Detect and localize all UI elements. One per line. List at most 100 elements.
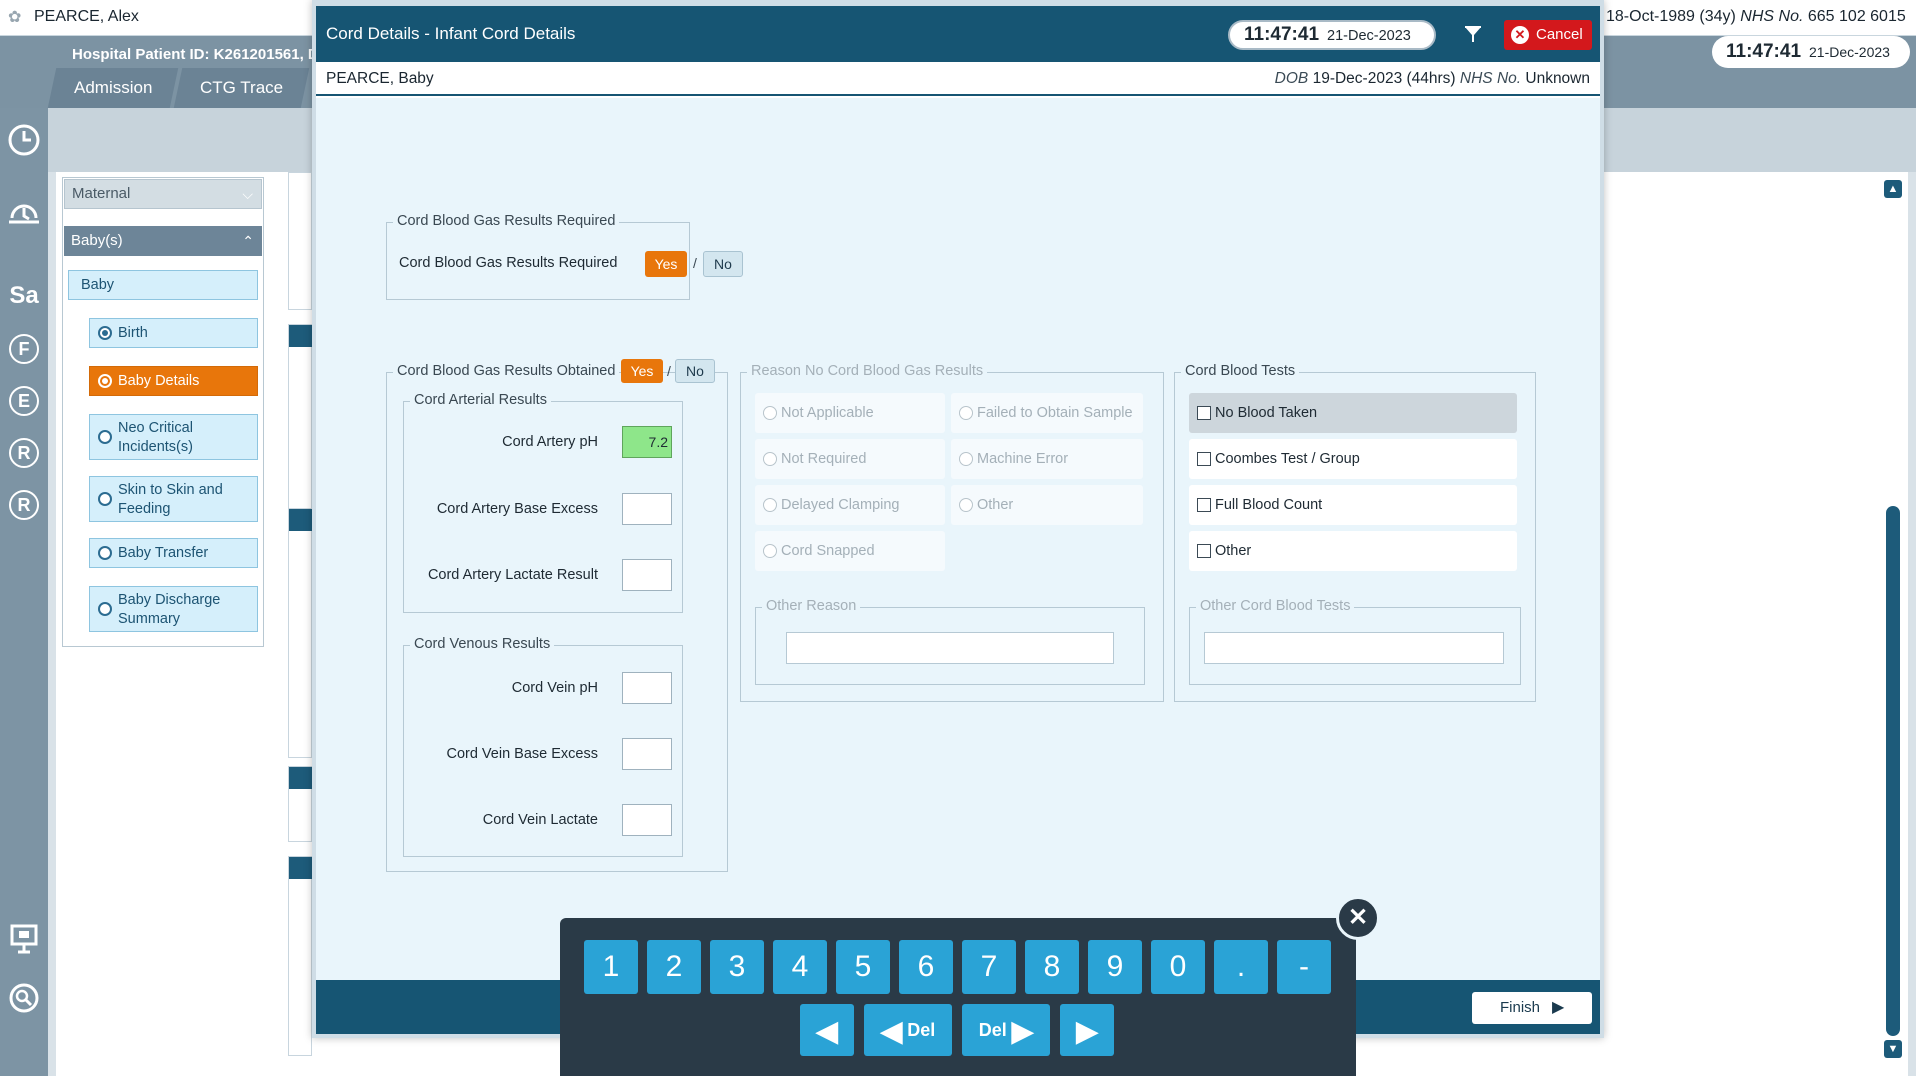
cancel-label: Cancel bbox=[1536, 26, 1583, 43]
nav-maternal[interactable]: Maternal ⌵ bbox=[64, 179, 262, 209]
nav-item-label: Birth bbox=[118, 325, 148, 341]
rail-link-r2[interactable]: R bbox=[9, 490, 39, 520]
key-0[interactable]: 0 bbox=[1151, 940, 1205, 994]
close-icon[interactable]: ✕ bbox=[1336, 896, 1380, 940]
key-5[interactable]: 5 bbox=[836, 940, 890, 994]
clock-time: 11:47:41 bbox=[1726, 41, 1802, 62]
nav-baby[interactable]: Baby bbox=[68, 270, 258, 300]
nav-item-label: Baby Details bbox=[118, 373, 200, 389]
background-card bbox=[288, 856, 313, 1056]
key-decimal[interactable]: . bbox=[1214, 940, 1268, 994]
cancel-button[interactable]: ✕ Cancel bbox=[1504, 20, 1592, 50]
clock-date: 21-Dec-2023 bbox=[1809, 44, 1890, 60]
vein-lactate-input[interactable] bbox=[622, 804, 672, 836]
tab-label: Admission bbox=[74, 78, 153, 97]
finish-button[interactable]: Finish ▶ bbox=[1472, 992, 1592, 1024]
app-logo-icon: ✿ bbox=[8, 9, 22, 26]
reason-not-required: Not Required bbox=[755, 439, 945, 479]
scroll-up-icon[interactable]: ▲ bbox=[1884, 180, 1902, 198]
dob-value: 19-Dec-2023 (44hrs) bbox=[1312, 70, 1456, 87]
other-reason-input bbox=[786, 632, 1114, 664]
key-2[interactable]: 2 bbox=[647, 940, 701, 994]
nav-item-birth[interactable]: Birth bbox=[89, 318, 258, 348]
tab-admission[interactable]: Admission bbox=[47, 68, 179, 108]
radio-icon bbox=[98, 326, 112, 340]
key-4[interactable]: 4 bbox=[773, 940, 827, 994]
results-required-fieldset: Cord Blood Gas Results Required Cord Blo… bbox=[386, 213, 743, 300]
nav-item-label: Baby Transfer bbox=[118, 545, 209, 561]
filter-icon[interactable] bbox=[1462, 24, 1484, 46]
test-other[interactable]: Other bbox=[1189, 531, 1517, 571]
rail-link-sa[interactable]: Sa bbox=[6, 278, 42, 314]
section-legend: Cord Blood Gas Results Required bbox=[393, 213, 620, 229]
results-required-no-button[interactable]: No bbox=[703, 251, 743, 277]
reason-label: Machine Error bbox=[977, 451, 1069, 467]
clock-icon[interactable] bbox=[6, 122, 42, 158]
nav-babies[interactable]: Baby(s) ⌃ bbox=[64, 226, 262, 256]
background-card bbox=[288, 172, 312, 310]
cursor-right-button[interactable]: ▶ bbox=[1060, 1004, 1114, 1056]
nav-item-label: Skin to Skin and bbox=[118, 482, 223, 498]
finish-label: Finish bbox=[1500, 999, 1541, 1016]
test-no-blood-taken[interactable]: No Blood Taken bbox=[1189, 393, 1517, 433]
dob-label: DOB bbox=[1274, 70, 1309, 87]
vein-ph-label: Cord Vein pH bbox=[511, 680, 598, 696]
key-7[interactable]: 7 bbox=[962, 940, 1016, 994]
artery-lactate-input[interactable] bbox=[622, 559, 672, 591]
nav-item-label: Neo Critical bbox=[118, 420, 193, 436]
nav-item-skin-to-skin[interactable]: Skin to Skin and Feeding bbox=[89, 476, 258, 522]
page-scrollbar[interactable]: ▲ ▼ bbox=[1884, 178, 1902, 1064]
artery-base-excess-input[interactable] bbox=[622, 493, 672, 525]
numeric-keypad: ✕ 1 2 3 4 5 6 7 8 9 0 . - ◀ ◀ Del Del ▶ … bbox=[560, 896, 1380, 1076]
cord-details-modal: Cord Details - Infant Cord Details 11:47… bbox=[312, 0, 1604, 1038]
other-tests-input[interactable] bbox=[1204, 632, 1504, 664]
results-obtained-no-button[interactable]: No bbox=[675, 359, 715, 383]
reason-delayed-clamping: Delayed Clamping bbox=[755, 485, 945, 525]
test-full-blood-count[interactable]: Full Blood Count bbox=[1189, 485, 1517, 525]
tab-ctg-trace[interactable]: CTG Trace bbox=[174, 68, 310, 108]
reason-machine-error: Machine Error bbox=[951, 439, 1143, 479]
search-icon[interactable] bbox=[6, 980, 42, 1016]
results-required-yes-button[interactable]: Yes bbox=[645, 251, 687, 277]
test-coombes-group[interactable]: Coombes Test / Group bbox=[1189, 439, 1517, 479]
vein-ph-input[interactable] bbox=[622, 672, 672, 704]
other-tests-fieldset: Other Cord Blood Tests bbox=[1189, 598, 1521, 685]
key-8[interactable]: 8 bbox=[1025, 940, 1079, 994]
rail-link-r1[interactable]: R bbox=[9, 438, 39, 468]
baby-dob-nhs: DOB 19-Dec-2023 (44hrs) NHS No. Unknown bbox=[1275, 70, 1590, 88]
delete-left-button[interactable]: ◀ Del bbox=[864, 1004, 952, 1056]
test-label: Full Blood Count bbox=[1215, 497, 1323, 513]
nav-item-label: Summary bbox=[118, 611, 181, 627]
cursor-left-button[interactable]: ◀ bbox=[800, 1004, 854, 1056]
checkbox-icon bbox=[1197, 544, 1211, 558]
results-obtained-yes-button[interactable]: Yes bbox=[621, 359, 663, 383]
nav-item-baby-transfer[interactable]: Baby Transfer bbox=[89, 538, 258, 568]
reason-other: Other bbox=[951, 485, 1143, 525]
reason-label: Other bbox=[977, 497, 1014, 513]
key-1[interactable]: 1 bbox=[584, 940, 638, 994]
vein-base-excess-input[interactable] bbox=[622, 738, 672, 770]
history-icon[interactable] bbox=[6, 196, 42, 232]
key-9[interactable]: 9 bbox=[1088, 940, 1142, 994]
rail-link-f[interactable]: F bbox=[9, 334, 39, 364]
background-card bbox=[288, 508, 313, 758]
presentation-icon[interactable] bbox=[6, 920, 42, 956]
delete-right-button[interactable]: Del ▶ bbox=[962, 1004, 1050, 1056]
nav-maternal-label: Maternal bbox=[72, 185, 131, 202]
artery-ph-input[interactable]: 7.2 bbox=[622, 426, 672, 458]
navigation-panel: Maternal ⌵ Baby(s) ⌃ Baby Birth Baby Det… bbox=[62, 177, 264, 647]
nav-item-neo-critical-incidents[interactable]: Neo Critical Incidents(s) bbox=[89, 414, 258, 460]
rail-link-e[interactable]: E bbox=[9, 386, 39, 416]
nav-item-baby-discharge-summary[interactable]: Baby Discharge Summary bbox=[89, 586, 258, 632]
key-6[interactable]: 6 bbox=[899, 940, 953, 994]
scroll-down-icon[interactable]: ▼ bbox=[1884, 1040, 1902, 1058]
arrow-left-icon: ◀ bbox=[816, 1015, 838, 1047]
scrollbar-thumb[interactable] bbox=[1886, 506, 1900, 1036]
radio-icon bbox=[98, 546, 112, 560]
nav-item-baby-details[interactable]: Baby Details bbox=[89, 366, 258, 396]
key-3[interactable]: 3 bbox=[710, 940, 764, 994]
nav-item-label: Incidents(s) bbox=[118, 439, 193, 455]
nhs-label: NHS No. bbox=[1459, 70, 1522, 87]
modal-body: Cord Blood Gas Results Required Cord Blo… bbox=[316, 98, 1600, 980]
key-minus[interactable]: - bbox=[1277, 940, 1331, 994]
